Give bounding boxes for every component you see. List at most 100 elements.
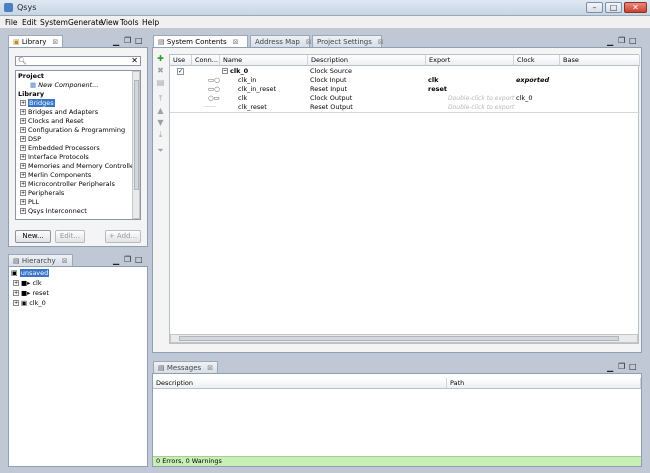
column-header-path[interactable]: Path — [447, 378, 641, 389]
expand-icon: + — [20, 181, 26, 187]
library-item[interactable]: + Configuration & Programming — [20, 126, 125, 135]
library-item[interactable]: + PLL — [20, 198, 39, 207]
column-header-clock[interactable]: Clock — [514, 55, 560, 66]
library-item[interactable]: + Bridges — [20, 99, 55, 108]
menu-view[interactable]: View — [101, 18, 119, 27]
maximize-button[interactable]: □ — [605, 2, 622, 13]
library-item[interactable]: + Qsys Interconnect — [20, 207, 87, 216]
minimize-button[interactable]: – — [586, 2, 603, 13]
library-item[interactable]: + DSP — [20, 135, 41, 144]
close-button[interactable]: ✕ — [624, 2, 647, 13]
tab-close-icon[interactable]: ⊠ — [306, 38, 312, 46]
float-panel-icon[interactable]: ❐ — [124, 255, 131, 264]
minimize-panel-icon[interactable]: ▁ — [607, 363, 613, 372]
row-clock[interactable]: clk_0 — [516, 94, 533, 103]
tab-close-icon[interactable]: ⊠ — [207, 364, 213, 372]
row-export[interactable]: clk — [428, 76, 438, 85]
table-row[interactable]: ┄┄┄ clk_reset Reset Output Double-click … — [170, 103, 640, 112]
library-item[interactable]: + Interface Protocols — [20, 153, 89, 162]
tab-project-settings[interactable]: Project Settings ⊠ — [312, 35, 384, 47]
row-export-hint[interactable]: Double-click to export — [448, 103, 514, 112]
column-header-export[interactable]: Export — [426, 55, 514, 66]
library-item[interactable]: + Merlin Components — [20, 171, 91, 180]
column-header-description[interactable]: Description — [308, 55, 426, 66]
remove-icon[interactable]: ✖ — [156, 66, 165, 75]
library-search-input[interactable]: 🔍︎ ✕ — [15, 56, 141, 66]
edit-button[interactable]: Edit... — [55, 230, 85, 243]
table-row[interactable]: ○▭ clk Clock Output Double-click to expo… — [170, 94, 640, 103]
new-button[interactable]: New... — [15, 230, 51, 243]
menu-system[interactable]: System — [40, 18, 68, 27]
library-item[interactable]: + Clocks and Reset — [20, 117, 84, 126]
filter-icon[interactable]: ⏷ — [156, 146, 165, 155]
hierarchy-root[interactable]: ▣ unsaved — [11, 269, 50, 278]
connection-icon[interactable]: ▭○ — [208, 85, 220, 94]
menu-bar: File Edit System Generate View Tools Hel… — [0, 16, 650, 29]
library-scrollbar[interactable] — [132, 71, 140, 219]
menu-file[interactable]: File — [5, 18, 18, 27]
table-row[interactable]: ▭○ clk_in Clock Input clk exported — [170, 76, 640, 85]
column-header-connections[interactable]: Conn... — [192, 55, 220, 66]
edit-comment-icon[interactable]: ▤ — [156, 78, 165, 87]
float-panel-icon[interactable]: ❐ — [618, 36, 625, 45]
maximize-panel-icon[interactable]: □ — [629, 36, 637, 45]
tab-address-map[interactable]: Address Map ⊠ — [250, 35, 312, 47]
tab-close-icon[interactable]: ⊠ — [233, 38, 239, 46]
column-header-base[interactable]: Base — [560, 55, 640, 66]
tab-system-contents[interactable]: ▤ System Contents ⊠ — [153, 35, 248, 47]
maximize-panel-icon[interactable]: □ — [135, 36, 143, 45]
row-clock[interactable]: exported — [516, 76, 549, 85]
float-panel-icon[interactable]: ❐ — [618, 362, 625, 371]
menu-generate[interactable]: Generate — [68, 18, 103, 27]
hierarchy-item[interactable]: + ■▸ clk — [13, 279, 42, 288]
new-component-item[interactable]: ▦ New Component... — [30, 81, 98, 90]
menu-tools[interactable]: Tools — [120, 18, 138, 27]
hierarchy-item[interactable]: + ▣ clk_0 — [13, 299, 46, 308]
tab-close-icon[interactable]: ⊠ — [52, 38, 58, 46]
minimize-panel-icon[interactable]: ▁ — [113, 256, 119, 265]
move-top-icon[interactable]: ⤒ — [156, 94, 165, 103]
horizontal-scrollbar[interactable] — [170, 334, 638, 343]
library-item[interactable]: + Bridges and Adapters — [20, 108, 98, 117]
scroll-thumb[interactable] — [179, 336, 619, 341]
connection-icon[interactable]: ▭○ — [208, 76, 220, 85]
scroll-thumb[interactable] — [134, 80, 139, 190]
menu-edit[interactable]: Edit — [22, 18, 37, 27]
tab-close-icon[interactable]: ⊠ — [378, 38, 384, 46]
row-description: Clock Output — [310, 94, 353, 102]
column-header-name[interactable]: Name — [220, 55, 308, 66]
row-description: Clock Source — [310, 67, 353, 75]
row-export[interactable]: reset — [428, 85, 447, 94]
library-item[interactable]: + Memories and Memory Controllers — [20, 162, 140, 171]
hierarchy-panel: ▣ unsaved + ■▸ clk + ■▸ reset + ▣ clk_0 — [8, 266, 148, 467]
float-panel-icon[interactable]: ❐ — [124, 36, 131, 45]
column-header-use[interactable]: Use — [170, 55, 192, 66]
row-export-hint[interactable]: Double-click to export — [448, 94, 514, 103]
maximize-panel-icon[interactable]: □ — [135, 255, 143, 264]
connection-icon[interactable]: ○▭ — [208, 94, 220, 103]
hierarchy-tab-header[interactable]: ▤ Hierarchy ⊠ — [8, 254, 73, 266]
tab-close-icon[interactable]: ⊠ — [62, 257, 68, 265]
library-tab-header[interactable]: ▣ Library ⊠ — [8, 35, 64, 47]
hierarchy-item[interactable]: + ■▸ reset — [13, 289, 49, 298]
app-icon — [4, 3, 13, 12]
table-row[interactable]: ▭○ clk_in_reset Reset Input reset — [170, 85, 640, 94]
move-up-icon[interactable]: ▲ — [156, 106, 165, 115]
minimize-panel-icon[interactable]: ▁ — [113, 37, 119, 46]
column-header-description[interactable]: Description — [153, 378, 447, 389]
messages-tab-header[interactable]: ▤ Messages ⊠ — [153, 361, 219, 373]
connection-icon[interactable]: ┄┄┄ — [204, 103, 216, 112]
maximize-panel-icon[interactable]: □ — [629, 362, 637, 371]
use-checkbox[interactable]: ✓ — [177, 68, 184, 75]
library-item[interactable]: + Peripherals — [20, 189, 64, 198]
library-item[interactable]: + Microcontroller Peripherals — [20, 180, 115, 189]
table-row[interactable]: ✓ − clk_0 Clock Source — [170, 67, 640, 76]
move-down-icon[interactable]: ▼ — [156, 118, 165, 127]
add-button[interactable]: + Add... — [105, 230, 141, 243]
add-icon[interactable]: ✚ — [156, 54, 165, 63]
library-item[interactable]: + Embedded Processors — [20, 144, 100, 153]
menu-help[interactable]: Help — [142, 18, 159, 27]
minimize-panel-icon[interactable]: ▁ — [607, 37, 613, 46]
clear-search-icon[interactable]: ✕ — [131, 56, 138, 65]
move-bottom-icon[interactable]: ⤓ — [156, 130, 165, 139]
